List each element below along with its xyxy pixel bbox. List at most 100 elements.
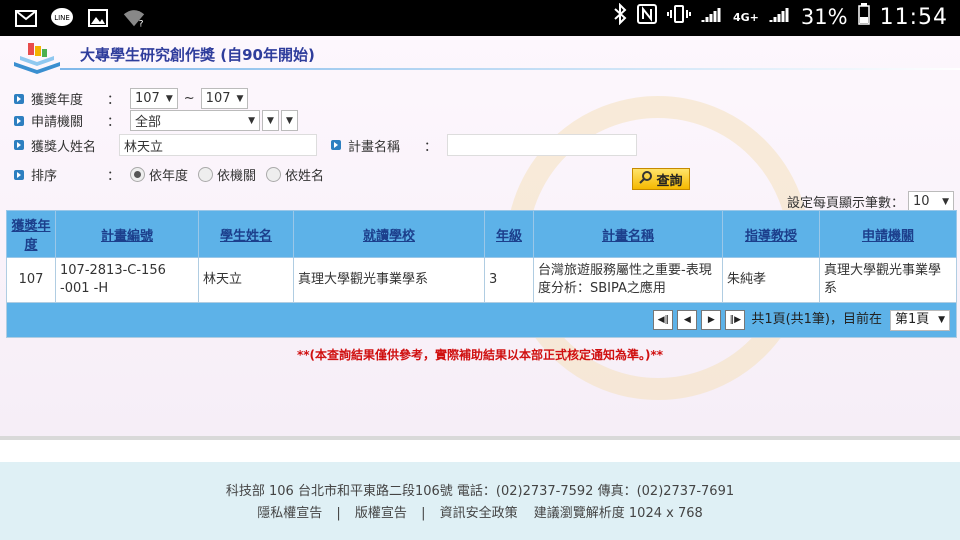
name-input[interactable]: 林天立 (119, 134, 317, 156)
footer-links: 隱私權宣告 | 版權宣告 | 資訊安全政策 建議瀏覽解析度 1024 x 768 (0, 502, 960, 521)
sort-by-agency-radio[interactable]: 依機關 (198, 165, 256, 184)
cell-student: 林天立 (198, 257, 294, 303)
main-page: 大專學生研究創作獎 (自90年開始) 獲獎年度 ： 107 ▼ ~ 107 ▼ 申請… (0, 36, 960, 436)
clock: 11:54 (879, 4, 948, 30)
plan-label: 計畫名稱 (348, 139, 401, 155)
col-project-id-header-label: 計畫編號 (100, 228, 153, 244)
colon: ： (107, 169, 121, 184)
name-input-value: 林天立 (124, 139, 164, 155)
colon: ： (424, 139, 438, 155)
dropdown-arrow-icon: ▼ (236, 93, 244, 104)
col-school-header-label: 就讀學校 (362, 228, 415, 244)
col-year-header-label: 獲獎年度 (11, 219, 51, 253)
dropdown-arrow-icon: ▼ (942, 196, 949, 207)
year-from-select[interactable]: 107 ▼ (130, 88, 178, 109)
wifi-unknown-icon: ? (122, 6, 146, 30)
query-button-label: 查詢 (656, 173, 683, 189)
sort-by-name-radio[interactable]: 依姓名 (266, 165, 324, 184)
page-select[interactable]: 第1頁 ▼ (890, 309, 950, 331)
radio-icon (266, 167, 282, 182)
year-from-value: 107 (135, 91, 160, 106)
per-page-control: 設定每頁顯示筆數： 10 ▼ (787, 191, 954, 212)
battery-icon (857, 3, 870, 31)
per-page-label: 設定每頁顯示筆數： (786, 196, 904, 211)
cell-school: 真理大學觀光事業學系 (293, 257, 485, 303)
nfc-icon (637, 4, 657, 30)
col-grade-header-label: 年級 (495, 228, 522, 244)
cell-year: 107 (6, 257, 56, 303)
title-underline (60, 68, 960, 70)
cell-agency: 真理大學觀光事業學系 (819, 257, 957, 303)
sort-by-year-label: 依年度 (149, 169, 189, 184)
gmail-icon (14, 6, 38, 30)
plan-input[interactable] (447, 134, 638, 156)
results-table: 獲獎年度 計畫編號 學生姓名 就讀學校 年級 計畫名稱 指導教授 申請機關 10… (6, 210, 957, 338)
bullet-icon (14, 140, 24, 150)
agency-label: 申請機關 (31, 115, 84, 130)
battery-percent: 31% (800, 5, 848, 29)
bullet-icon (14, 169, 24, 180)
radio-checked-icon (130, 167, 146, 182)
per-page-select[interactable]: 10 ▼ (908, 191, 954, 212)
line-icon: LINE (50, 6, 74, 30)
radio-icon (198, 167, 214, 182)
signal-icon (701, 5, 723, 30)
bluetooth-icon (613, 2, 627, 31)
table-row: 107 107-2813-C-156 -001 -H 林天立 真理大學觀光事業學… (6, 257, 957, 303)
col-year-header[interactable]: 獲獎年度 (6, 210, 56, 258)
cell-grade: 3 (484, 257, 534, 303)
pager: ◀‖ ◀ ▶ ‖▶ 共1頁(共1筆)，目前在 第1頁 ▼ (13, 309, 950, 331)
col-plan-header[interactable]: 計畫名稱 (533, 210, 723, 258)
link-separator: | (421, 506, 426, 521)
agency-sub-select-1[interactable]: ▼ (262, 110, 279, 131)
pager-cell: ◀‖ ◀ ▶ ‖▶ 共1頁(共1筆)，目前在 第1頁 ▼ (6, 302, 957, 338)
agency-select[interactable]: 全部 ▼ (130, 110, 261, 131)
name-label: 獲獎人姓名 (31, 139, 97, 155)
sort-label: 排序 (31, 169, 58, 184)
book-logo-icon (10, 40, 64, 74)
signal-icon-2 (769, 5, 791, 30)
col-project-id-header[interactable]: 計畫編號 (55, 210, 199, 258)
magnifier-icon (639, 170, 653, 188)
footer-gap (0, 440, 960, 462)
bullet-icon (331, 140, 341, 150)
sort-by-name-label: 依姓名 (285, 169, 325, 184)
dropdown-arrow-icon: ▼ (267, 115, 274, 126)
col-student-header[interactable]: 學生姓名 (198, 210, 294, 258)
col-agency-header[interactable]: 申請機關 (819, 210, 957, 258)
status-bar: LINE ? 4G+ 31% 11:54 (0, 0, 960, 36)
footer: 科技部 106 台北市和平東路二段106號 電話：(02)2737-7592 傳… (0, 462, 960, 540)
agency-sub-select-2[interactable]: ▼ (280, 110, 298, 131)
sort-by-agency-label: 依機關 (217, 169, 257, 184)
page-select-value: 第1頁 (895, 312, 930, 327)
col-school-header[interactable]: 就讀學校 (293, 210, 485, 258)
first-page-button[interactable]: ◀‖ (653, 310, 674, 330)
col-grade-header[interactable]: 年級 (484, 210, 534, 258)
col-advisor-header[interactable]: 指導教授 (722, 210, 820, 258)
resolution-note: 建議瀏覽解析度 1024 x 768 (533, 506, 703, 521)
svg-text:LINE: LINE (54, 14, 70, 22)
privacy-link[interactable]: 隱私權宣告 (257, 506, 322, 521)
disclaimer-text: **(本查詢結果僅供參考，實際補助結果以本部正式核定通知為準。)** (296, 348, 664, 362)
security-policy-link[interactable]: 資訊安全政策 (440, 506, 518, 521)
dropdown-arrow-icon: ▼ (165, 93, 173, 104)
col-agency-header-label: 申請機關 (861, 228, 914, 244)
next-page-button[interactable]: ▶ (701, 310, 722, 330)
link-separator: | (336, 506, 341, 521)
agency-value: 全部 (135, 115, 162, 130)
pager-info: 共1頁(共1筆)，目前在 (751, 312, 882, 327)
dropdown-arrow-icon: ▼ (248, 115, 256, 126)
query-button[interactable]: 查詢 (632, 168, 690, 190)
colon: ： (107, 93, 121, 108)
sort-by-year-radio[interactable]: 依年度 (130, 165, 188, 184)
gallery-icon (86, 6, 110, 30)
footer-address: 科技部 106 台北市和平東路二段106號 電話：(02)2737-7592 傳… (225, 484, 735, 499)
col-student-header-label: 學生姓名 (219, 228, 272, 244)
prev-page-button[interactable]: ◀ (677, 310, 698, 330)
year-separator: ~ (183, 91, 195, 106)
last-page-button[interactable]: ‖▶ (725, 310, 746, 330)
pager-row: ◀‖ ◀ ▶ ‖▶ 共1頁(共1筆)，目前在 第1頁 ▼ (6, 302, 957, 338)
copyright-link[interactable]: 版權宣告 (355, 506, 407, 521)
year-to-select[interactable]: 107 ▼ (200, 88, 249, 109)
cell-advisor: 朱純孝 (722, 257, 820, 303)
